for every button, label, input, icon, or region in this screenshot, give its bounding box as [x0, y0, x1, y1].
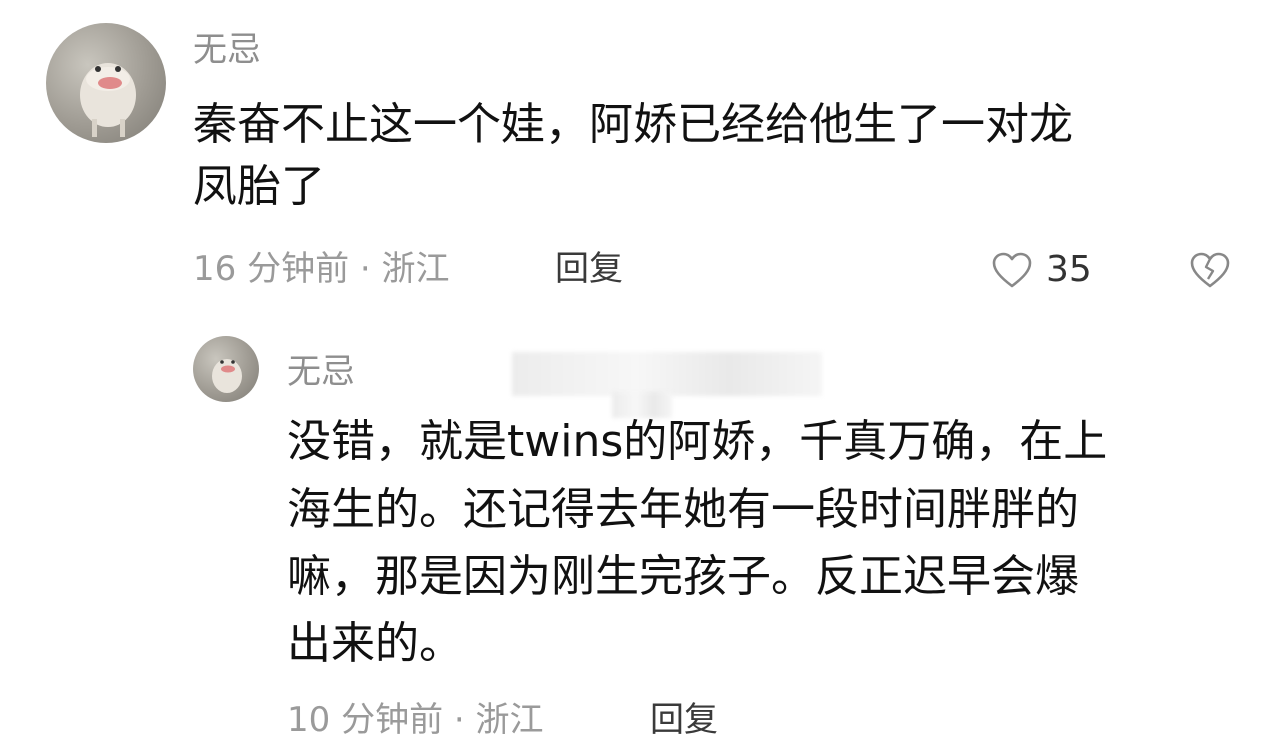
meta-separator: · — [453, 700, 465, 740]
avatar[interactable] — [46, 23, 166, 143]
avatar-doll-image — [212, 359, 242, 393]
reply-text-line-3: 嘛，那是因为刚生完孩子。反正迟早会爆 — [287, 551, 1079, 602]
avatar-doll-image — [80, 63, 136, 137]
reply-text-line-4: 出来的。 — [287, 618, 463, 669]
meta-separator: · — [359, 249, 371, 289]
reply-meta: 10 分钟前 · 浙江 — [287, 698, 544, 742]
reply-avatar[interactable] — [193, 336, 259, 402]
comment-location: 浙江 — [381, 249, 450, 289]
like-button[interactable] — [990, 249, 1034, 293]
reply-username[interactable]: 无忌 — [287, 350, 355, 394]
comment-text-line-1: 秦奋不止这一个娃，阿娇已经给他生了一对龙 — [193, 99, 1073, 150]
comment-text-line-2: 凤胎了 — [193, 161, 325, 212]
reply-text-line-1: 没错，就是twins的阿娇，千真万确，在上 — [287, 416, 1108, 467]
reply-time: 10 分钟前 — [287, 700, 444, 740]
like-count: 35 — [1046, 249, 1092, 290]
reply-button[interactable]: 回复 — [555, 247, 623, 291]
dislike-button[interactable] — [1188, 249, 1232, 293]
comment-time: 16 分钟前 — [193, 249, 350, 289]
reply-text-line-2: 海生的。还记得去年她有一段时间胖胖的 — [287, 484, 1079, 535]
comment-meta: 16 分钟前 · 浙江 — [193, 247, 450, 291]
heart-outline-icon — [992, 252, 1032, 288]
redacted-area — [512, 352, 822, 396]
reply-location: 浙江 — [475, 700, 544, 740]
comment-username[interactable]: 无忌 — [193, 28, 261, 72]
broken-heart-icon — [1190, 252, 1230, 288]
reply-reply-button[interactable]: 回复 — [650, 698, 718, 742]
